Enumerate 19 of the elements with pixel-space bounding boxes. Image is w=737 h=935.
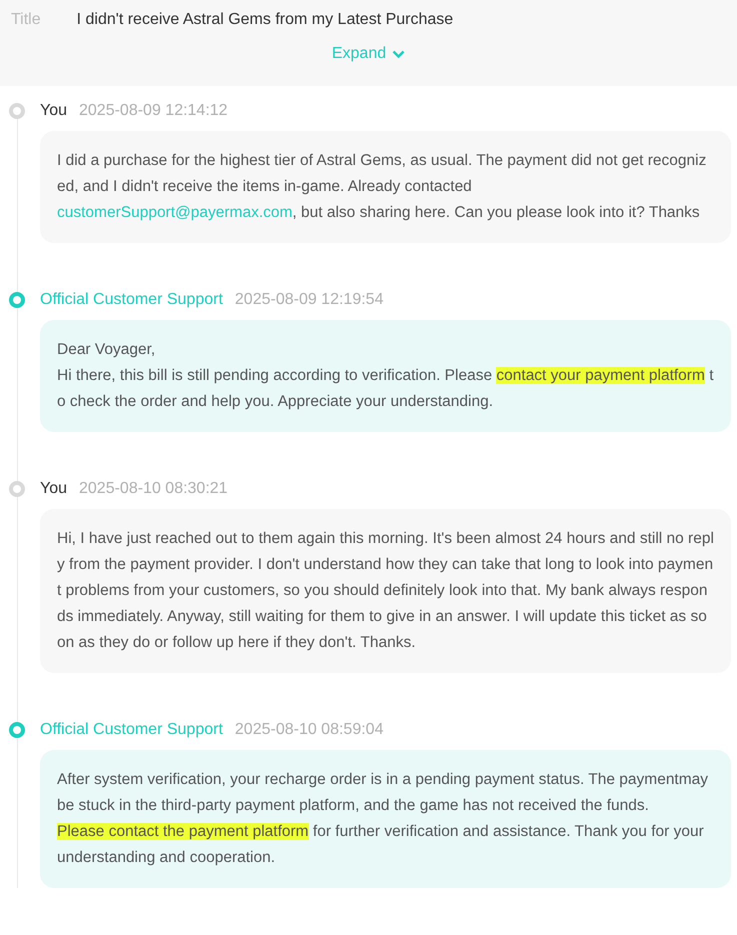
message-author: You xyxy=(40,479,67,499)
email-link[interactable]: customerSupport@payermax.com xyxy=(57,204,292,221)
message-author: Official Customer Support xyxy=(40,720,223,740)
message-time: 2025-08-10 08:30:21 xyxy=(79,479,228,499)
message-bubble: Dear Voyager, Hi there, this bill is still pending according to verification. Please contact your payment platform to check the order and help you. Appreciate your understanding. xyxy=(40,320,731,432)
highlighted-text: Please contact the payment platform xyxy=(57,823,309,840)
message-time: 2025-08-09 12:19:54 xyxy=(234,290,384,310)
title-label: Title xyxy=(11,10,41,30)
message-author: You xyxy=(40,101,67,121)
message-bubble: After system verification, your recharge order is in a pending payment status. The paymentmay be stuck in the third-party payment platform, and the game has not received the funds. Please contact the payment platform for further verification and assistance. Thank you for your understanding and cooperation. xyxy=(40,750,731,888)
expand-button[interactable]: Expand xyxy=(332,42,406,66)
message-time: 2025-08-09 12:14:12 xyxy=(79,101,228,121)
message-bubble: Hi, I have just reached out to them again this morning. It's been almost 24 hours and still no reply from the payment provider. I don't understand how they can take that long to look into payment problems from your customers, so you should definitely look into that. My bank always responds immediately. Anyway, still waiting for them to give in an answer. I will update this ticket as soon as they do or follow up here if they don't. Thanks. xyxy=(40,509,731,673)
message-author: Official Customer Support xyxy=(40,290,223,310)
message-bubble: I did a purchase for the highest tier of Astral Gems, as usual. The payment did not get recognized, and I didn't receive the items in-game. Already contacted customerSupport@payermax.com, but also sharing here. Can you please look into it? Thanks xyxy=(40,131,731,243)
ticket-title: I didn't receive Astral Gems from my Latest Purchase xyxy=(76,10,454,30)
highlighted-text: contact your payment platform xyxy=(496,367,705,384)
chevron-down-icon xyxy=(392,50,406,58)
message-time: 2025-08-10 08:59:04 xyxy=(234,720,384,740)
